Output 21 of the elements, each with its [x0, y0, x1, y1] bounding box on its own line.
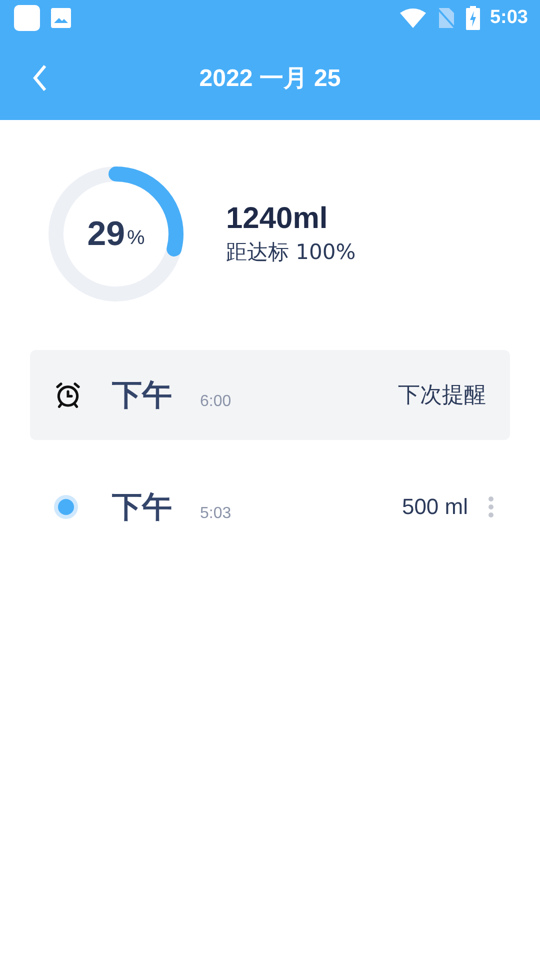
log-row[interactable]: 下午 5:03 500 ml — [30, 462, 510, 552]
battery-charging-icon — [466, 6, 480, 30]
entry-time: 6:00 — [200, 393, 232, 411]
image-icon — [50, 7, 72, 29]
goal-label: 距达标 100% — [226, 239, 356, 266]
next-reminder-label: 下次提醒 — [398, 381, 486, 409]
alarm-clock-icon — [54, 381, 82, 409]
period-label: 下午 — [112, 376, 173, 414]
progress-percent: 29 — [87, 214, 126, 254]
percent-sign: % — [127, 226, 145, 250]
status-time: 5:03 — [490, 7, 528, 29]
reminder-row[interactable]: 下午 6:00 下次提醒 — [30, 350, 510, 440]
wifi-icon — [400, 8, 426, 28]
entry-time: 5:03 — [200, 505, 232, 523]
entry-amount: 500 ml — [402, 494, 468, 520]
dot-icon — [54, 495, 78, 519]
more-icon[interactable] — [488, 496, 494, 518]
page-title: 2022 一月 25 — [199, 64, 341, 94]
app-icon — [14, 5, 40, 31]
intake-amount: 1240ml — [226, 202, 329, 236]
period-label: 下午 — [112, 488, 173, 526]
